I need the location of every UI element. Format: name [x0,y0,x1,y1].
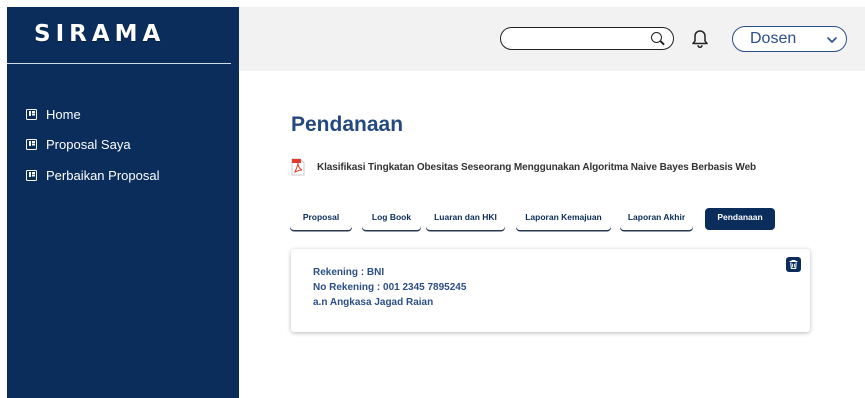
tab-pendanaan[interactable]: Pendanaan [705,208,775,230]
sidebar-item-label: Proposal Saya [46,136,131,152]
role-dropdown[interactable]: Dosen [732,26,847,52]
sidebar-item-label: Perbaikan Proposal [46,167,160,183]
tab-laporan-kemajuan[interactable]: Laporan Kemajuan [516,208,611,230]
sidebar-item-home[interactable]: Home [26,105,159,123]
document-row: Klasifikasi Tingkatan Obesitas Seseorang… [291,158,756,176]
document-icon [26,138,37,150]
sidebar: SIRAMA Home Proposal Saya Perbaikan Prop… [7,7,239,398]
app-window: SIRAMA Home Proposal Saya Perbaikan Prop… [0,0,865,398]
sidebar-item-label: Home [46,106,81,122]
tab-log-book[interactable]: Log Book [362,208,421,230]
chevron-down-icon [827,37,837,43]
trash-icon [789,260,798,270]
account-holder: a.n Angkasa Jagad Raian [313,297,434,308]
bank-name: Rekening : BNI [313,267,385,278]
delete-button[interactable] [786,257,801,272]
top-bar: Dosen [239,7,865,71]
tab-luaran-dan-hki[interactable]: Luaran dan HKI [426,208,505,230]
sidebar-item-perbaikan-proposal[interactable]: Perbaikan Proposal [26,166,159,184]
bell-icon[interactable] [691,28,709,48]
pdf-icon [291,158,305,176]
document-icon [26,169,37,181]
page-title: Pendanaan [291,113,404,136]
search-input[interactable] [500,27,674,50]
logo-divider [7,63,231,64]
role-selected-label: Dosen [750,30,797,47]
document-title[interactable]: Klasifikasi Tingkatan Obesitas Seseorang… [317,162,756,173]
document-icon [26,108,37,120]
funding-card: Rekening : BNI No Rekening : 001 2345 78… [291,249,810,332]
sidebar-nav: Home Proposal Saya Perbaikan Proposal [26,105,159,196]
sidebar-item-proposal-saya[interactable]: Proposal Saya [26,135,159,153]
app-logo: SIRAMA [34,21,166,47]
tab-laporan-akhir[interactable]: Laporan Akhir [620,208,693,230]
tab-proposal[interactable]: Proposal [290,208,352,230]
account-number: No Rekening : 001 2345 7895245 [313,282,467,293]
search-icon[interactable] [651,32,662,43]
